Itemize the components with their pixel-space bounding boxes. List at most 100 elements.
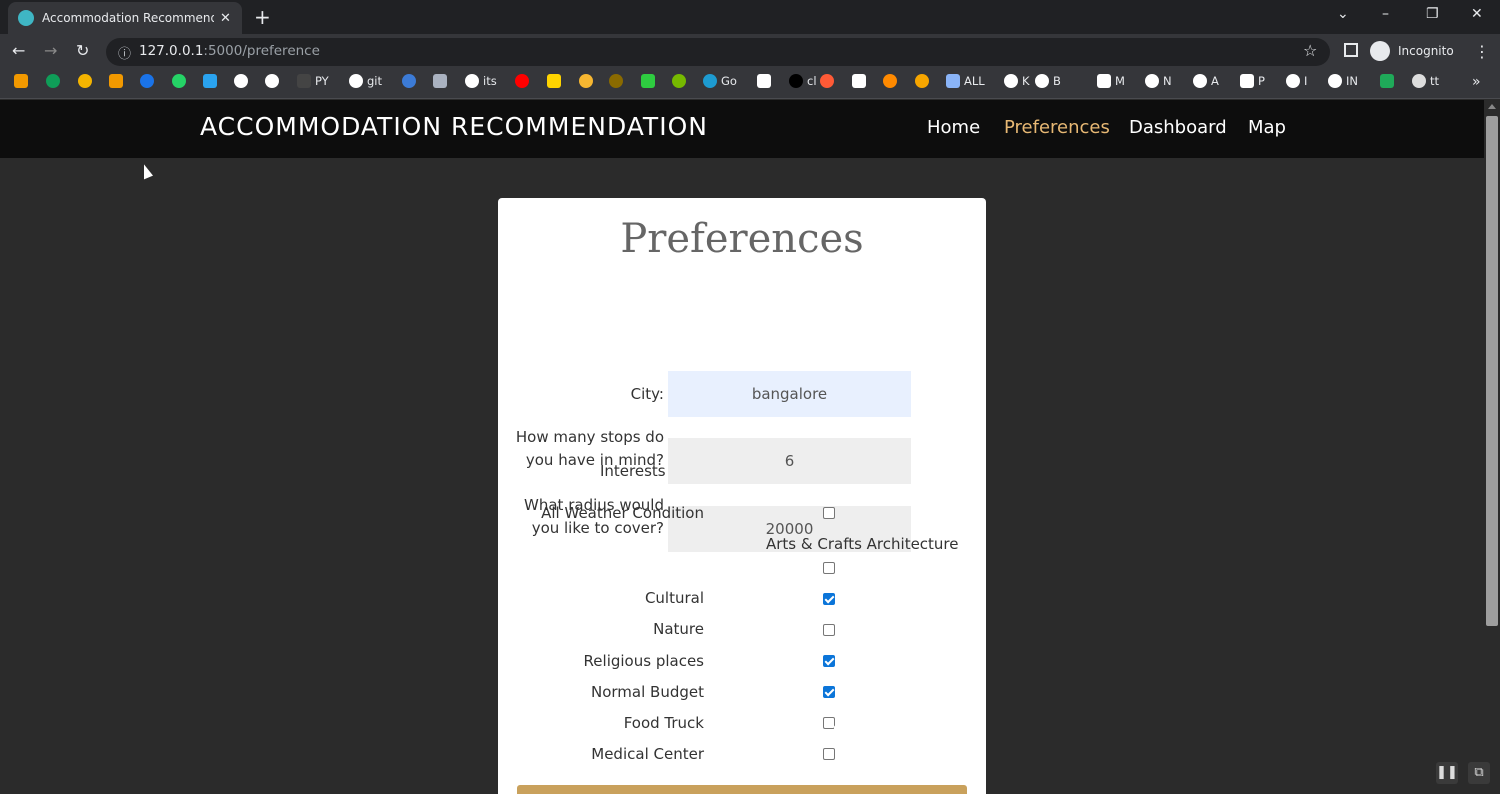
reload-icon[interactable]: ↻ [76,41,89,60]
site-info-icon[interactable]: ⓘ [118,43,131,62]
bookmark-label: git [367,74,383,88]
bookmark-item[interactable]: Go [703,74,737,88]
bookmark-item[interactable]: tt [1412,74,1439,88]
bookmark-label: its [483,74,497,88]
bookmark-item[interactable] [172,74,186,88]
minimize-icon[interactable]: – [1382,6,1389,22]
bookmark-item[interactable] [852,74,866,88]
bookmark-label: I [1304,74,1308,88]
interest-label-cultural: Cultural [644,589,704,607]
bookmark-item[interactable]: N [1145,74,1172,88]
stops-input[interactable] [668,438,911,484]
forward-icon[interactable]: → [44,41,57,60]
bookmark-favicon-icon [465,74,479,88]
bookmark-item[interactable] [14,74,28,88]
incognito-profile[interactable]: Incognito [1370,40,1454,62]
bookmark-favicon-icon [757,74,771,88]
bookmark-item[interactable] [109,74,123,88]
interest-checkbox-medical-center[interactable] [823,748,835,760]
scroll-up-arrow-icon[interactable] [1488,104,1496,109]
interest-checkbox-religious[interactable] [823,655,835,667]
bookmark-item[interactable] [234,74,248,88]
close-window-icon[interactable]: ✕ [1471,6,1483,22]
browser-tab[interactable]: Accommodation Recommendation ✕ [8,2,242,34]
new-tab-button[interactable]: + [254,5,271,29]
bookmark-label: cl [807,74,817,88]
bookmark-item[interactable]: B [1035,74,1061,88]
url-host: 127.0.0.1 [139,43,204,59]
bookmark-favicon-icon [579,74,593,88]
site-brand[interactable]: ACCOMMODATION RECOMMENDATION [200,112,708,141]
bookmark-item[interactable]: git [349,74,382,88]
tab-search-icon[interactable]: ⌄ [1337,6,1349,22]
incognito-label: Incognito [1398,44,1454,58]
nav-dashboard[interactable]: Dashboard [1129,117,1227,138]
back-icon[interactable]: ← [12,41,25,60]
nav-home[interactable]: Home [927,117,980,138]
bookmark-item[interactable]: its [465,74,497,88]
interests-label: Interests [600,462,666,480]
bookmark-label: tt [1430,74,1440,88]
bookmark-item[interactable] [672,74,686,88]
bookmark-item[interactable] [78,74,92,88]
interest-checkbox-arts-crafts[interactable] [823,562,835,574]
interest-label-nature: Nature [653,620,704,638]
nav-map[interactable]: Map [1248,117,1286,138]
bookmark-item[interactable]: IN [1328,74,1358,88]
bookmark-item[interactable] [757,74,771,88]
submit-button[interactable] [517,785,967,794]
bookmark-item[interactable] [883,74,897,88]
restore-icon[interactable]: ❐ [1426,6,1439,22]
interest-checkbox-normal-budget[interactable] [823,686,835,698]
incognito-icon [1370,41,1390,61]
bookmarks-overflow-icon[interactable]: » [1472,74,1481,90]
bookmark-item[interactable] [641,74,655,88]
city-input[interactable] [668,371,911,417]
bookmark-favicon-icon [109,74,123,88]
bookmark-item[interactable] [433,74,447,88]
bookmark-item[interactable]: PY [297,74,329,88]
bookmark-item[interactable]: cl [789,74,817,88]
interest-checkbox-all-weather[interactable] [823,507,835,519]
bookmark-item[interactable] [402,74,416,88]
bookmark-favicon-icon [1328,74,1342,88]
bookmark-item[interactable] [46,74,60,88]
bookmark-favicon-icon [297,74,311,88]
bookmark-item[interactable] [579,74,593,88]
bookmark-item[interactable]: I [1286,74,1307,88]
bookmark-star-icon[interactable]: ☆ [1303,41,1317,60]
bookmark-item[interactable] [140,74,154,88]
bookmark-item[interactable] [203,74,217,88]
bookmark-favicon-icon [1004,74,1018,88]
bookmark-item[interactable]: M [1097,74,1125,88]
bookmark-item[interactable] [547,74,561,88]
tab-close-icon[interactable]: ✕ [220,11,231,26]
bookmark-item[interactable]: ALL [946,74,985,88]
bookmark-item[interactable] [609,74,623,88]
preferences-card: Preferences City: How many stops do you … [498,198,986,794]
bookmark-item[interactable] [515,74,529,88]
interest-checkbox-nature[interactable] [823,624,835,636]
url-text[interactable]: 127.0.0.1:5000/preference [139,43,320,59]
bookmark-item[interactable]: P [1240,74,1265,88]
bookmark-favicon-icon [852,74,866,88]
bookmark-item[interactable]: A [1193,74,1219,88]
bookmark-item[interactable] [915,74,929,88]
bookmark-favicon-icon [1145,74,1159,88]
bookmark-item[interactable] [820,74,834,88]
bookmark-item[interactable]: K [1004,74,1030,88]
bookmark-favicon-icon [789,74,803,88]
interest-label-religious: Religious places [583,652,704,670]
bookmark-favicon-icon [1035,74,1049,88]
browser-menu-icon[interactable]: ⋮ [1474,42,1490,61]
pause-icon[interactable]: ❚❚ [1436,762,1458,784]
nav-preferences[interactable]: Preferences [1004,117,1110,138]
bookmark-favicon-icon [172,74,186,88]
side-panel-icon[interactable] [1344,43,1358,57]
interest-checkbox-cultural[interactable] [823,593,835,605]
scrollbar-thumb[interactable] [1486,116,1498,626]
picture-in-picture-icon[interactable]: ⧉ [1468,762,1490,784]
bookmark-favicon-icon [672,74,686,88]
bookmark-item[interactable] [1380,74,1394,88]
bookmark-item[interactable] [265,74,279,88]
